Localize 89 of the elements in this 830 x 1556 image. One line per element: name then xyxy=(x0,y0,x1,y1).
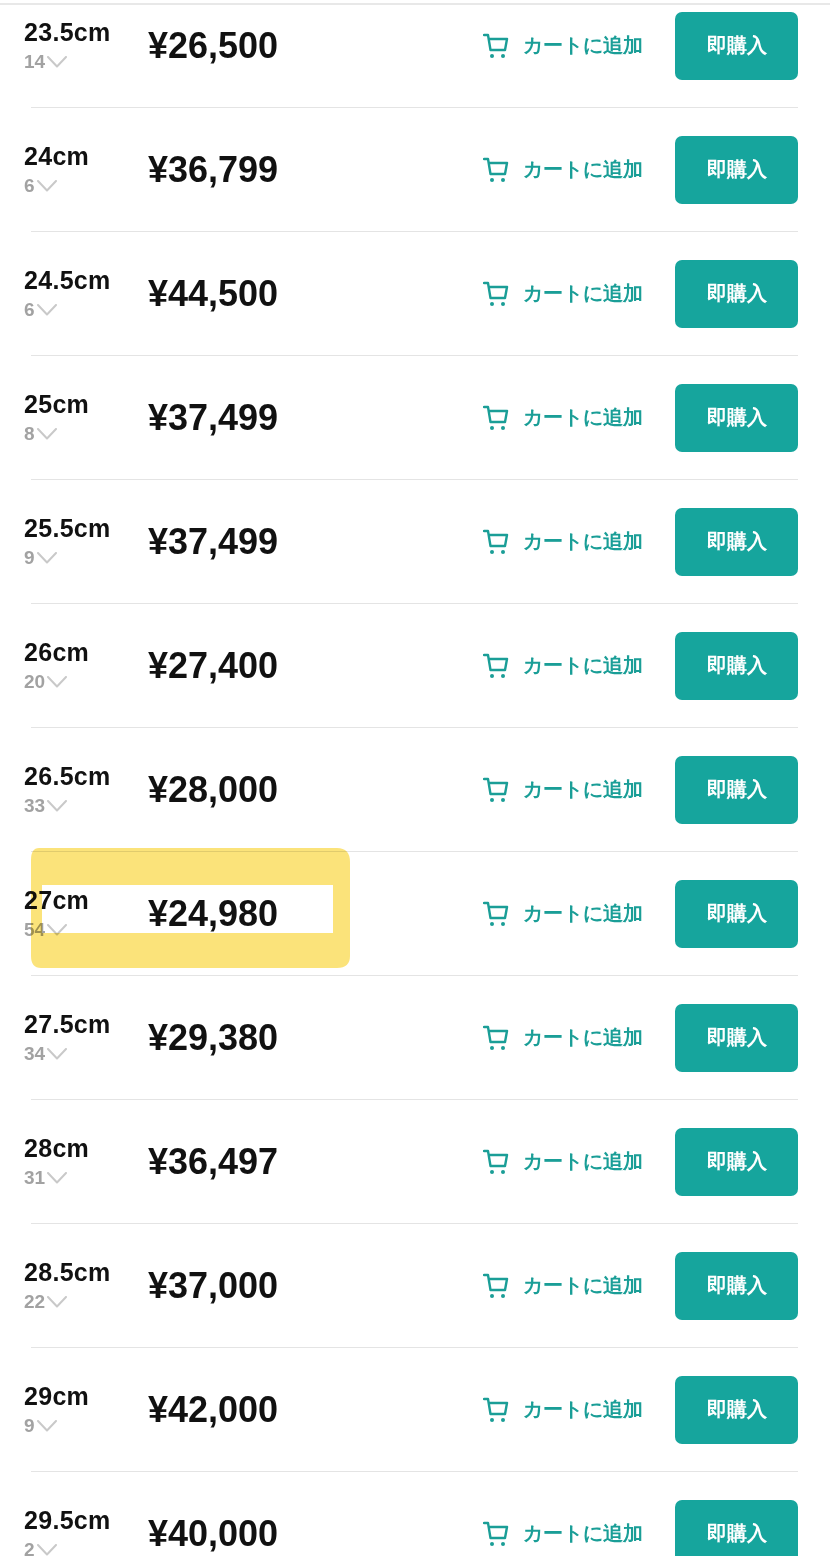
cart-icon xyxy=(483,156,509,183)
price-label: ¥24,980 xyxy=(148,893,279,934)
add-to-cart-button[interactable]: カートに追加 xyxy=(483,404,643,431)
price-label: ¥26,500 xyxy=(148,25,279,66)
add-to-cart-button[interactable]: カートに追加 xyxy=(483,900,643,927)
chevron-down-icon[interactable] xyxy=(47,923,68,936)
buy-now-button[interactable]: 即購入 xyxy=(675,755,798,824)
chevron-down-icon[interactable] xyxy=(47,1295,68,1308)
buy-now-button[interactable]: 即購入 xyxy=(675,1127,798,1196)
chevron-down-icon[interactable] xyxy=(47,1047,68,1060)
chevron-down-icon[interactable] xyxy=(47,675,68,688)
listing-count: 2 xyxy=(24,1537,35,1556)
buy-now-button[interactable]: 即購入 xyxy=(675,259,798,328)
buy-now-button[interactable]: 即購入 xyxy=(675,383,798,452)
chevron-down-icon[interactable] xyxy=(36,551,57,564)
add-to-cart-button[interactable]: カートに追加 xyxy=(483,652,643,679)
add-to-cart-button[interactable]: カートに追加 xyxy=(483,1148,643,1175)
cart-icon xyxy=(483,1396,509,1423)
listing-count: 20 xyxy=(24,669,46,694)
cart-icon xyxy=(483,1148,509,1175)
add-to-cart-button[interactable]: カートに追加 xyxy=(483,1024,643,1051)
buy-now-button[interactable]: 即購入 xyxy=(675,631,798,700)
buy-now-button[interactable]: 即購入 xyxy=(675,1375,798,1444)
listing-count: 8 xyxy=(24,421,35,446)
add-to-cart-button[interactable]: カートに追加 xyxy=(483,156,643,183)
price-label: ¥44,500 xyxy=(148,273,279,314)
add-to-cart-button[interactable]: カートに追加 xyxy=(483,280,643,307)
listing-count: 34 xyxy=(24,1041,46,1066)
cart-icon xyxy=(483,32,509,59)
size-label: 28cm xyxy=(24,1133,91,1162)
cart-icon xyxy=(483,1520,509,1547)
add-to-cart-button[interactable]: カートに追加 xyxy=(483,1520,643,1547)
chevron-down-icon[interactable] xyxy=(47,55,68,68)
listing-count: 6 xyxy=(24,297,35,322)
price-label: ¥36,497 xyxy=(148,1141,279,1182)
size-label: 26cm xyxy=(24,637,91,666)
size-label: 29cm xyxy=(24,1381,91,1410)
size-label: 28.5cm xyxy=(24,1257,112,1286)
chevron-down-icon[interactable] xyxy=(36,303,57,316)
add-to-cart-button[interactable]: カートに追加 xyxy=(483,1396,643,1423)
price-label: ¥29,380 xyxy=(148,1017,279,1058)
listing-count: 14 xyxy=(24,49,46,74)
size-label: 24cm xyxy=(24,141,91,170)
cart-icon xyxy=(483,1024,509,1051)
size-label: 25.5cm xyxy=(24,513,112,542)
size-label: 26.5cm xyxy=(24,761,112,790)
cart-icon xyxy=(483,528,509,555)
chevron-down-icon[interactable] xyxy=(47,799,68,812)
cart-icon xyxy=(483,404,509,431)
buy-now-button[interactable]: 即購入 xyxy=(675,1003,798,1072)
chevron-down-icon[interactable] xyxy=(36,1419,57,1432)
add-to-cart-button[interactable]: カートに追加 xyxy=(483,1272,643,1299)
cart-icon xyxy=(483,776,509,803)
size-label: 27.5cm xyxy=(24,1009,112,1038)
listing-count: 22 xyxy=(24,1289,46,1314)
buy-now-button[interactable]: 即購入 xyxy=(675,1499,798,1556)
listing-count: 6 xyxy=(24,173,35,198)
size-label: 29.5cm xyxy=(24,1505,112,1534)
size-label: 24.5cm xyxy=(24,265,112,294)
chevron-down-icon[interactable] xyxy=(36,179,57,192)
listing-count: 9 xyxy=(24,1413,35,1438)
price-label: ¥37,499 xyxy=(148,397,279,438)
price-label: ¥37,000 xyxy=(148,1265,279,1306)
price-label: ¥42,000 xyxy=(148,1389,279,1430)
buy-now-button[interactable]: 即購入 xyxy=(675,135,798,204)
buy-now-button[interactable]: 即購入 xyxy=(675,507,798,576)
chevron-down-icon[interactable] xyxy=(36,1543,57,1556)
cart-icon xyxy=(483,900,509,927)
price-label: ¥37,499 xyxy=(148,521,279,562)
add-to-cart-button[interactable]: カートに追加 xyxy=(483,528,643,555)
cart-icon xyxy=(483,1272,509,1299)
size-label: 23.5cm xyxy=(24,17,112,46)
add-to-cart-button[interactable]: カートに追加 xyxy=(483,32,643,59)
cart-icon xyxy=(483,280,509,307)
price-label: ¥28,000 xyxy=(148,769,279,810)
chevron-down-icon[interactable] xyxy=(47,1171,68,1184)
size-label: 25cm xyxy=(24,389,91,418)
price-label: ¥36,799 xyxy=(148,149,279,190)
price-label: ¥27,400 xyxy=(148,645,279,686)
listing-count: 9 xyxy=(24,545,35,570)
buy-now-button[interactable]: 即購入 xyxy=(675,879,798,948)
add-to-cart-button[interactable]: カートに追加 xyxy=(483,776,643,803)
buy-now-button[interactable]: 即購入 xyxy=(675,1251,798,1320)
cart-icon xyxy=(483,652,509,679)
price-label: ¥40,000 xyxy=(148,1513,279,1554)
listing-count: 31 xyxy=(24,1165,46,1190)
chevron-down-icon[interactable] xyxy=(36,427,57,440)
buy-now-button[interactable]: 即購入 xyxy=(675,11,798,80)
listing-count: 33 xyxy=(24,793,46,818)
